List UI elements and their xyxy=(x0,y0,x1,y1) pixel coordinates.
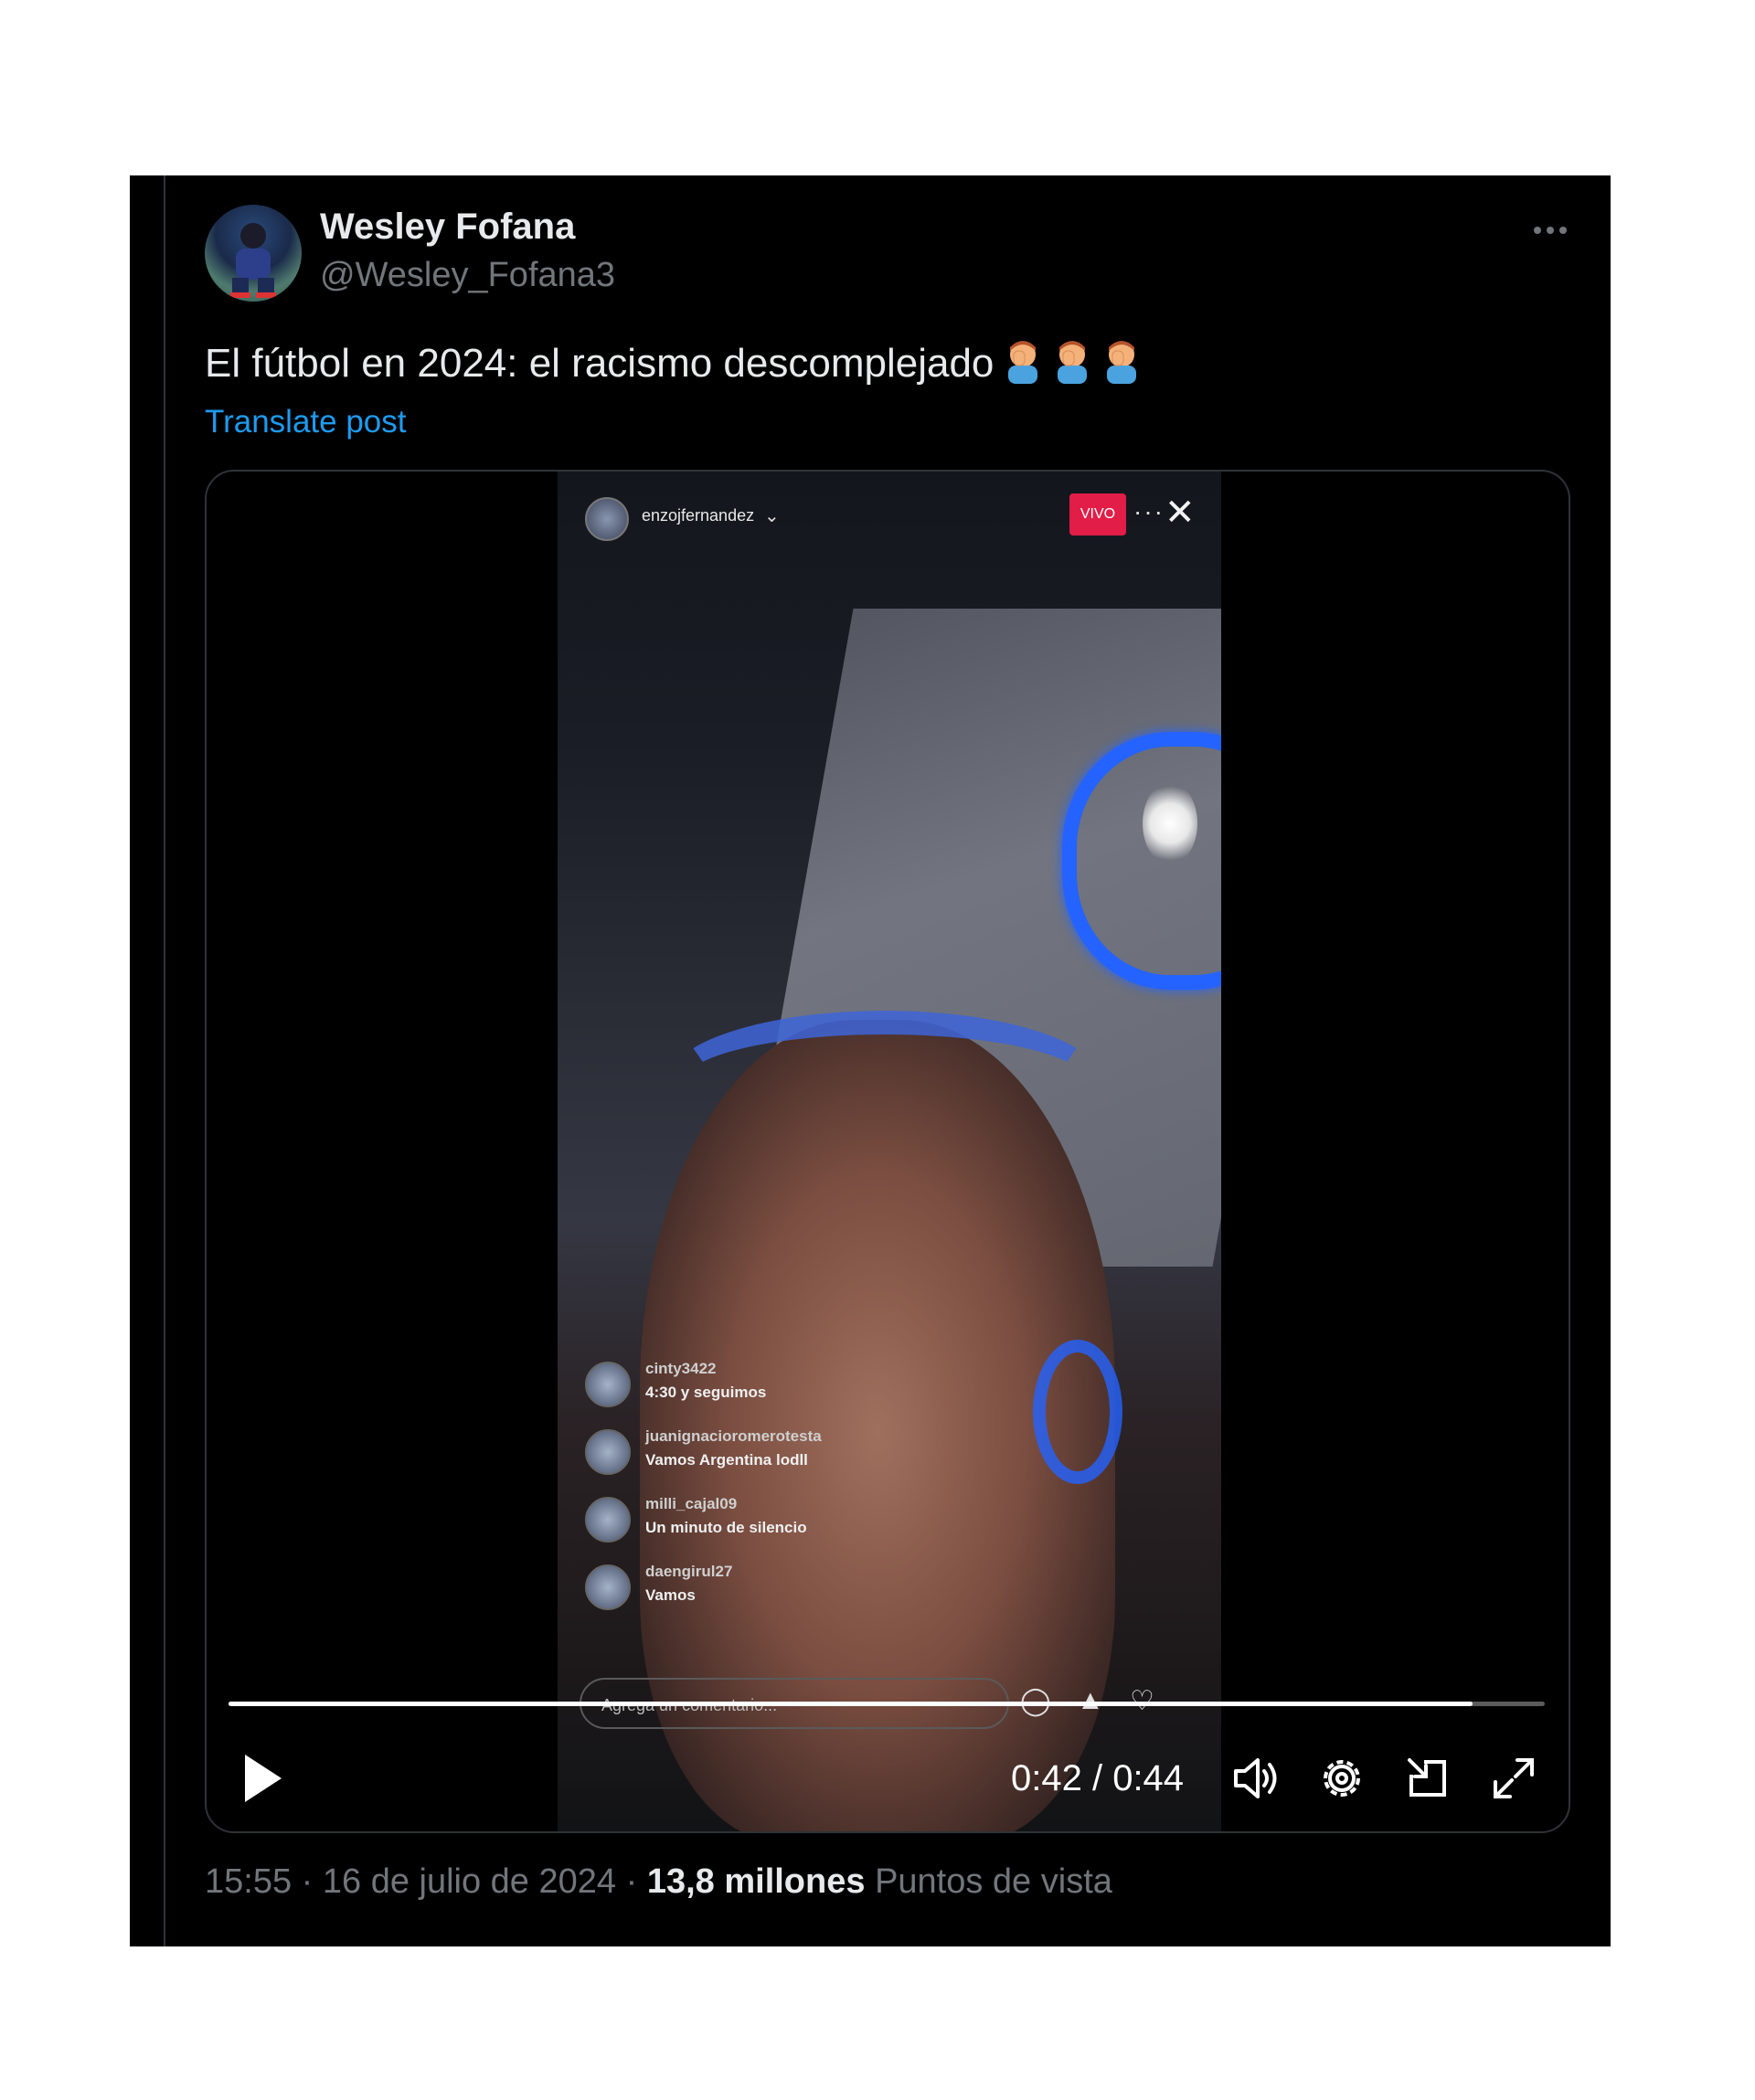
post-date-link[interactable]: 16 de julio de 2024 xyxy=(323,1862,616,1901)
video-ear-highlight xyxy=(1033,1340,1122,1484)
facepalm-emoji-icon xyxy=(1008,341,1038,384)
ig-comment-user: milli_cajal09 xyxy=(645,1495,738,1512)
ig-comment-avatar xyxy=(585,1564,631,1610)
video-progress-bar[interactable] xyxy=(229,1702,1545,1706)
ig-send-icon: ▲ xyxy=(1077,1685,1104,1715)
play-button[interactable] xyxy=(239,1751,287,1806)
author-handle[interactable]: @Wesley_Fofana3 xyxy=(320,256,615,295)
volume-button[interactable] xyxy=(1228,1751,1283,1806)
video-progress-fill xyxy=(229,1702,1473,1706)
ig-comment-user: juanignacioromerotesta xyxy=(645,1427,822,1445)
fullscreen-button[interactable] xyxy=(1486,1751,1541,1806)
post-text-line: El fútbol en 2024: el racismo descomplej… xyxy=(205,338,1142,387)
ig-more-icon: ··· xyxy=(1133,497,1165,525)
fullscreen-icon xyxy=(1494,1758,1534,1798)
video-headband-highlight xyxy=(667,1011,1102,1153)
play-icon xyxy=(245,1755,282,1802)
ig-comment-avatar xyxy=(585,1429,631,1475)
meta-separator: · xyxy=(625,1862,638,1901)
avatar-figure-icon xyxy=(230,223,276,298)
more-dot xyxy=(1547,227,1554,234)
ig-close-icon: ✕ xyxy=(1165,493,1196,533)
picture-in-picture-button[interactable] xyxy=(1400,1751,1455,1806)
ig-comment-user: daengirul27 xyxy=(645,1563,733,1580)
more-dot xyxy=(1559,227,1567,234)
ig-username: enzojfernandez xyxy=(642,506,755,525)
video-frame[interactable]: enzojfernandez ⌄ VIVO ··· ✕ cinty3422 4:… xyxy=(558,472,1221,1831)
video-time-readout: 0:42 / 0:44 xyxy=(1011,1758,1185,1798)
views-label: Puntos de vista xyxy=(875,1862,1112,1901)
post-text: El fútbol en 2024: el racismo descomplej… xyxy=(205,341,994,386)
translate-post-link[interactable]: Translate post xyxy=(205,404,406,440)
facepalm-emoji-icon xyxy=(1107,341,1137,384)
post-time-link[interactable]: 15:55 xyxy=(205,1862,292,1901)
ig-comment-avatar xyxy=(585,1497,631,1543)
thread-divider xyxy=(164,175,165,1946)
more-options-button[interactable] xyxy=(1525,212,1576,249)
ig-comment-text: 4:30 y seguimos xyxy=(645,1384,767,1401)
gear-icon xyxy=(1324,1760,1360,1797)
ig-comment-avatar xyxy=(585,1362,631,1407)
ig-comment: juanignacioromerotesta Vamos Argentina l… xyxy=(585,1427,969,1482)
ig-comment-text: Un minuto de silencio xyxy=(645,1519,807,1536)
video-player[interactable]: enzojfernandez ⌄ VIVO ··· ✕ cinty3422 4:… xyxy=(205,470,1570,1833)
meta-separator: · xyxy=(301,1862,314,1901)
ig-user-avatar xyxy=(585,497,629,541)
chevron-down-icon: ⌄ xyxy=(764,506,780,526)
ig-live-badge: VIVO xyxy=(1069,493,1126,536)
ig-comment-user: cinty3422 xyxy=(645,1360,717,1377)
picture-in-picture-icon xyxy=(1408,1758,1446,1797)
ig-comment: daengirul27 Vamos xyxy=(585,1563,969,1617)
tweet-card: Wesley Fofana @Wesley_Fofana3 El fútbol … xyxy=(130,175,1611,1946)
volume-icon xyxy=(1234,1758,1277,1798)
video-lamp xyxy=(1143,782,1197,864)
ig-comment-text: Vamos Argentina lodll xyxy=(645,1451,808,1469)
post-metadata: 15:55 · 16 de julio de 2024 · 13,8 millo… xyxy=(205,1862,1112,1902)
more-horizontal-icon xyxy=(1534,227,1541,234)
facepalm-emoji-icon xyxy=(1058,341,1088,384)
settings-button[interactable] xyxy=(1314,1751,1369,1806)
author-display-name[interactable]: Wesley Fofana xyxy=(320,207,575,248)
ig-comment: milli_cajal09 Un minuto de silencio xyxy=(585,1495,969,1550)
ig-comment: cinty3422 4:30 y seguimos xyxy=(585,1360,969,1415)
views-count: 13,8 millones xyxy=(646,1862,866,1901)
author-avatar[interactable] xyxy=(205,205,302,302)
ig-comment-text: Vamos xyxy=(645,1586,696,1604)
